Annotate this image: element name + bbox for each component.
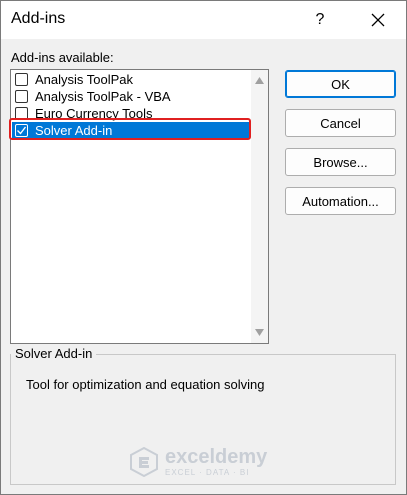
list-item-euro-currency-tools[interactable]: Euro Currency Tools <box>12 105 250 122</box>
checkbox-checked[interactable] <box>15 124 28 137</box>
checkbox[interactable] <box>15 73 28 86</box>
help-button[interactable]: ? <box>303 1 337 39</box>
list-item-analysis-toolpak-vba[interactable]: Analysis ToolPak - VBA <box>12 88 250 105</box>
checkbox[interactable] <box>15 90 28 103</box>
description-group-title: Solver Add-in <box>11 346 97 361</box>
close-button[interactable] <box>359 1 397 39</box>
exceldemy-logo-icon <box>130 447 158 477</box>
close-icon <box>371 13 385 27</box>
add-in-description: Tool for optimization and equation solvi… <box>26 377 265 392</box>
watermark: exceldemy EXCEL · DATA · BI <box>129 447 267 477</box>
watermark-tagline: EXCEL · DATA · BI <box>165 468 250 477</box>
ok-button[interactable]: OK <box>285 70 396 98</box>
list-item-analysis-toolpak[interactable]: Analysis ToolPak <box>12 71 250 88</box>
scroll-down-arrow-icon[interactable] <box>251 324 268 341</box>
automation-button[interactable]: Automation... <box>285 187 396 215</box>
title-bar: Add-ins ? <box>1 1 406 39</box>
add-ins-dialog: Add-ins ? Add-ins available: Analysis To… <box>0 0 407 495</box>
list-item-solver-add-in[interactable]: Solver Add-in <box>12 122 250 139</box>
cancel-button[interactable]: Cancel <box>285 109 396 137</box>
list-item-label: Euro Currency Tools <box>35 106 153 121</box>
scroll-up-arrow-icon[interactable] <box>251 72 268 89</box>
dialog-title: Add-ins <box>11 10 66 27</box>
add-ins-available-label: Add-ins available: <box>11 50 114 65</box>
add-ins-listbox[interactable]: Analysis ToolPak Analysis ToolPak - VBA … <box>10 69 269 344</box>
watermark-brand: exceldemy <box>165 446 268 468</box>
vertical-scrollbar[interactable] <box>251 70 268 343</box>
browse-button[interactable]: Browse... <box>285 148 396 176</box>
list-item-label: Analysis ToolPak <box>35 72 134 87</box>
checkbox[interactable] <box>15 107 28 120</box>
checkmark-icon <box>17 126 27 135</box>
list-item-label: Analysis ToolPak - VBA <box>35 89 171 104</box>
list-item-label: Solver Add-in <box>35 123 113 138</box>
